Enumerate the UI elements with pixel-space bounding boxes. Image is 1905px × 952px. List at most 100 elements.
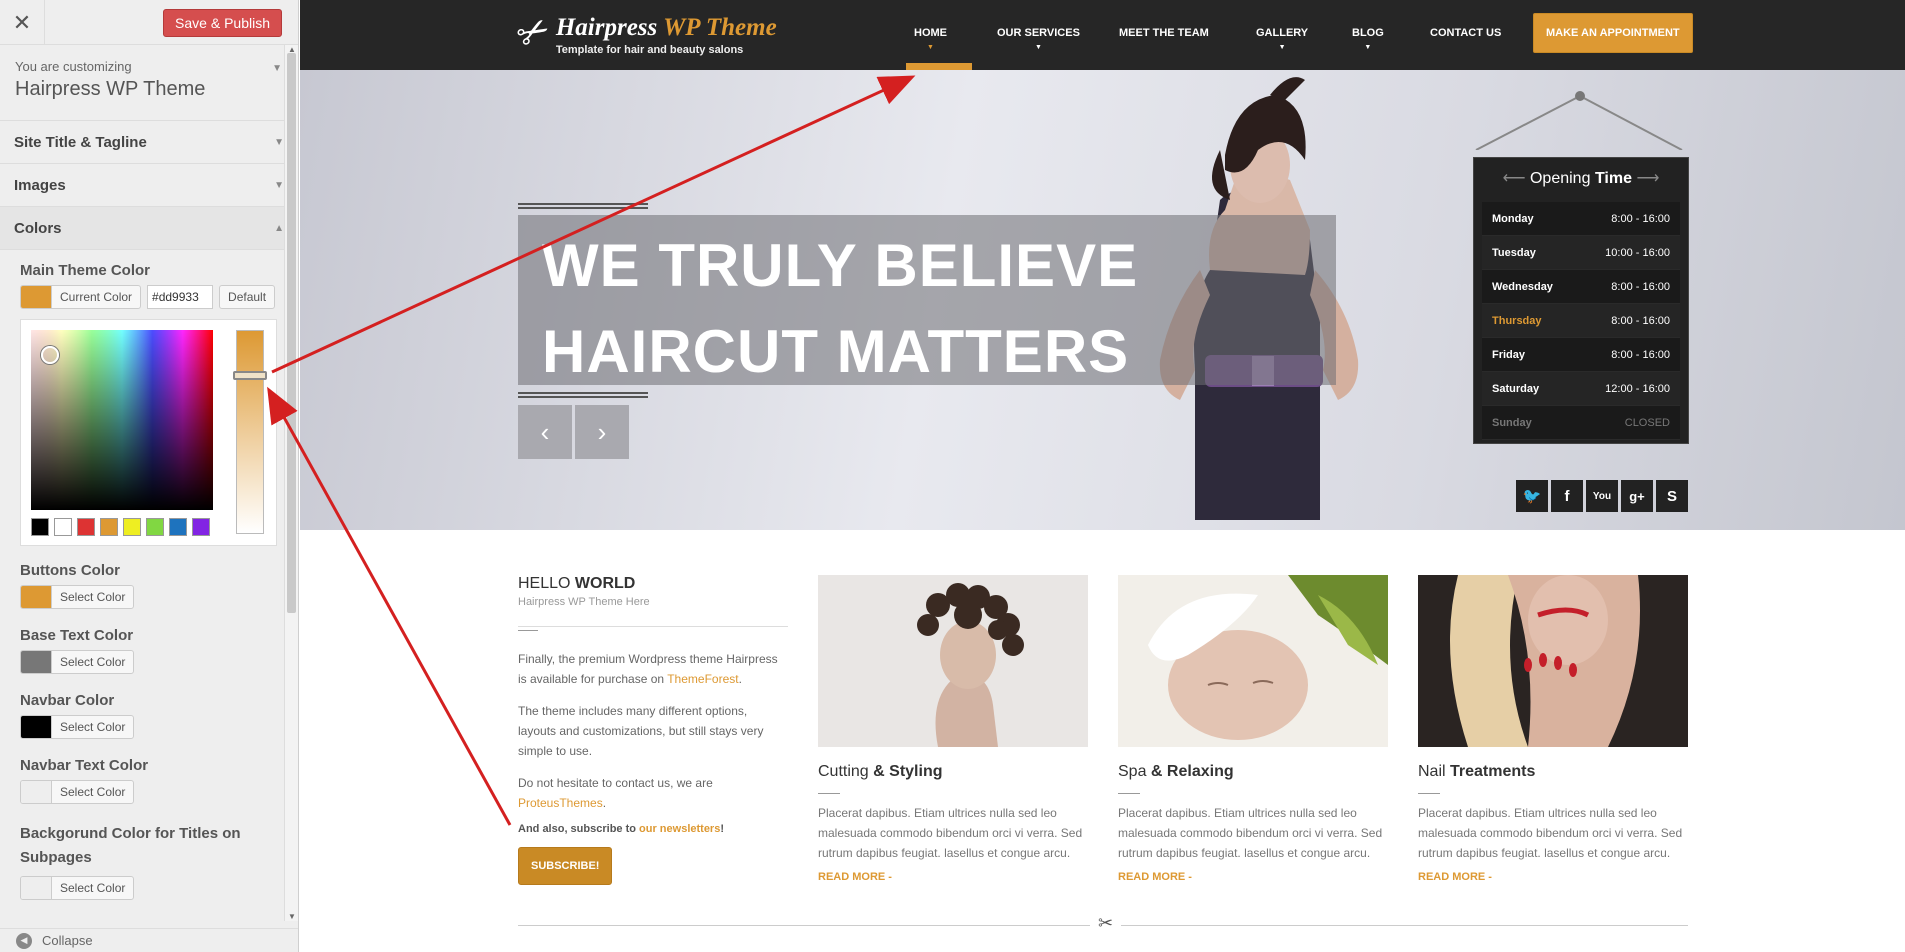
color-palette (31, 518, 210, 536)
select-color-button[interactable]: Select Color (20, 780, 135, 804)
palette-swatch[interactable] (123, 518, 141, 536)
save-publish-button[interactable]: Save & Publish (163, 9, 282, 37)
service-card-nail: Nail Treatments Placerat dapibus. Etiam … (1418, 575, 1688, 883)
color-field-row: Select Color (20, 585, 278, 609)
main-color-row: Current Color Default (20, 285, 278, 309)
service-image[interactable] (1418, 575, 1688, 747)
divider (518, 630, 538, 631)
select-color-button[interactable]: Select Color (20, 715, 135, 739)
hours-value: 8:00 - 16:00 (1611, 348, 1670, 361)
hex-color-input[interactable] (147, 285, 214, 309)
section-images[interactable]: Images ▼ (0, 164, 298, 207)
read-more-link[interactable]: READ MORE - (818, 871, 1088, 883)
main-theme-color-label: Main Theme Color (20, 262, 151, 279)
divider (518, 626, 788, 627)
read-more-link[interactable]: READ MORE - (1418, 871, 1688, 883)
select-color-button[interactable]: Select Color (20, 876, 135, 900)
palette-swatch[interactable] (54, 518, 72, 536)
nav-home[interactable]: HOME ▼ (914, 27, 947, 51)
palette-swatch[interactable] (169, 518, 187, 536)
select-color-button[interactable]: Select Color (20, 585, 135, 609)
hero-line-2: HAIRCUT MATTERS (542, 318, 1130, 385)
select-color-label: Select Color (51, 586, 133, 608)
scissors-icon: ✂ (1090, 913, 1122, 934)
opening-hours-row: Monday 8:00 - 16:00 (1482, 202, 1680, 236)
slider-prev-button[interactable]: ‹ (518, 405, 572, 459)
proteusthemes-link[interactable]: ProteusThemes (518, 796, 603, 810)
service-card-spa: Spa & Relaxing Placerat dapibus. Etiam u… (1118, 575, 1388, 883)
service-title: Spa & Relaxing (1118, 763, 1234, 780)
newsletters-link[interactable]: our newsletters (639, 823, 720, 835)
themeforest-link[interactable]: ThemeForest (667, 672, 738, 686)
read-more-link[interactable]: READ MORE - (1118, 871, 1388, 883)
color-swatch (21, 716, 51, 738)
scrollbar-thumb[interactable] (287, 53, 296, 613)
hours-value: CLOSED (1624, 416, 1670, 429)
nav-contact-us[interactable]: CONTACT US (1430, 27, 1501, 39)
color-picker[interactable] (20, 319, 277, 546)
caret-down-icon: ▼ (927, 44, 934, 51)
chevron-left-icon: ‹ (540, 416, 550, 447)
theme-name: Hairpress WP Theme (15, 78, 206, 100)
service-image[interactable] (818, 575, 1088, 747)
subscribe-note: And also, subscribe to our newsletters! (518, 823, 725, 835)
current-color-button[interactable]: Current Color (20, 285, 142, 309)
hue-strip[interactable] (233, 330, 267, 534)
skype-icon[interactable]: S (1656, 480, 1688, 512)
customizing-info[interactable]: You are customizing Hairpress WP Theme ▼ (0, 45, 298, 121)
select-color-label: Select Color (51, 877, 133, 899)
facebook-icon[interactable]: f (1551, 480, 1583, 512)
hero-decor-line (518, 203, 648, 205)
palette-swatch[interactable] (100, 518, 118, 536)
select-color-button[interactable]: Select Color (20, 650, 135, 674)
opening-hours-row: Thursday 8:00 - 16:00 (1482, 304, 1680, 338)
section-label: Colors (14, 219, 62, 237)
color-field-label: Navbar Color (20, 692, 115, 709)
section-colors[interactable]: Colors ▲ (0, 207, 298, 250)
color-swatch (21, 781, 51, 803)
active-nav-indicator (906, 63, 972, 70)
saturation-square[interactable] (31, 330, 213, 510)
hours-value: 12:00 - 16:00 (1605, 382, 1670, 395)
hello-paragraph: Do not hesitate to contact us, we are Pr… (518, 776, 713, 810)
hello-world-column: HELLO WORLD Hairpress WP Theme Here Fina… (518, 575, 788, 885)
hours-value: 8:00 - 16:00 (1611, 280, 1670, 293)
palette-swatch[interactable] (192, 518, 210, 536)
color-field-label: Navbar Text Color (20, 757, 149, 774)
close-icon[interactable]: ✕ (0, 0, 45, 45)
hue-handle[interactable] (233, 371, 267, 380)
subscribe-button[interactable]: SUBSCRIBE! (518, 847, 613, 885)
opening-time-widget: ⟵ Opening Time ⟶ Monday 8:00 - 16:00 Tuesd… (1473, 157, 1689, 444)
default-button[interactable]: Default (219, 285, 276, 309)
palette-swatch[interactable] (31, 518, 49, 536)
color-field-row: Select Color (20, 650, 278, 674)
nav-meet-the-team[interactable]: MEET THE TEAM (1119, 27, 1209, 39)
service-image[interactable] (1118, 575, 1388, 747)
section-site-title[interactable]: Site Title & Tagline ▼ (0, 121, 298, 164)
site-preview: ✂ Hairpress WP Theme Template for hair a… (300, 0, 1905, 952)
site-logo[interactable]: ✂ Hairpress WP Theme Template for hair a… (510, 7, 777, 59)
google-plus-icon[interactable]: g+ (1621, 480, 1653, 512)
select-color-label: Select Color (51, 781, 133, 803)
collapse-button[interactable]: ◀ Collapse (0, 928, 298, 952)
picker-ring[interactable] (41, 346, 59, 364)
nav-gallery[interactable]: GALLERY ▼ (1256, 27, 1308, 51)
scroll-down-icon[interactable]: ▼ (288, 912, 296, 921)
youtube-icon[interactable]: You (1586, 480, 1618, 512)
sidebar-scrollbar[interactable]: ▲ ▼ (284, 45, 298, 921)
day-label: Tuesday (1492, 246, 1536, 259)
nav-our-services[interactable]: OUR SERVICES ▼ (997, 27, 1080, 51)
color-field-label: Base Text Color (20, 627, 134, 644)
slider-next-button[interactable]: › (575, 405, 629, 459)
day-label: Wednesday (1492, 280, 1553, 293)
nav-blog[interactable]: BLOG ▼ (1352, 27, 1384, 51)
color-swatch (21, 586, 51, 608)
make-appointment-button[interactable]: MAKE AN APPOINTMENT (1533, 13, 1693, 53)
palette-swatch[interactable] (77, 518, 95, 536)
sign-hanger (1475, 91, 1683, 150)
customizer-sidebar: ✕ Save & Publish You are customizing Hai… (0, 0, 299, 952)
chevron-down-icon: ▼ (274, 179, 284, 191)
palette-swatch[interactable] (146, 518, 164, 536)
twitter-icon[interactable]: 🐦 (1516, 480, 1548, 512)
service-text: Placerat dapibus. Etiam ultrices nulla s… (1118, 806, 1383, 860)
